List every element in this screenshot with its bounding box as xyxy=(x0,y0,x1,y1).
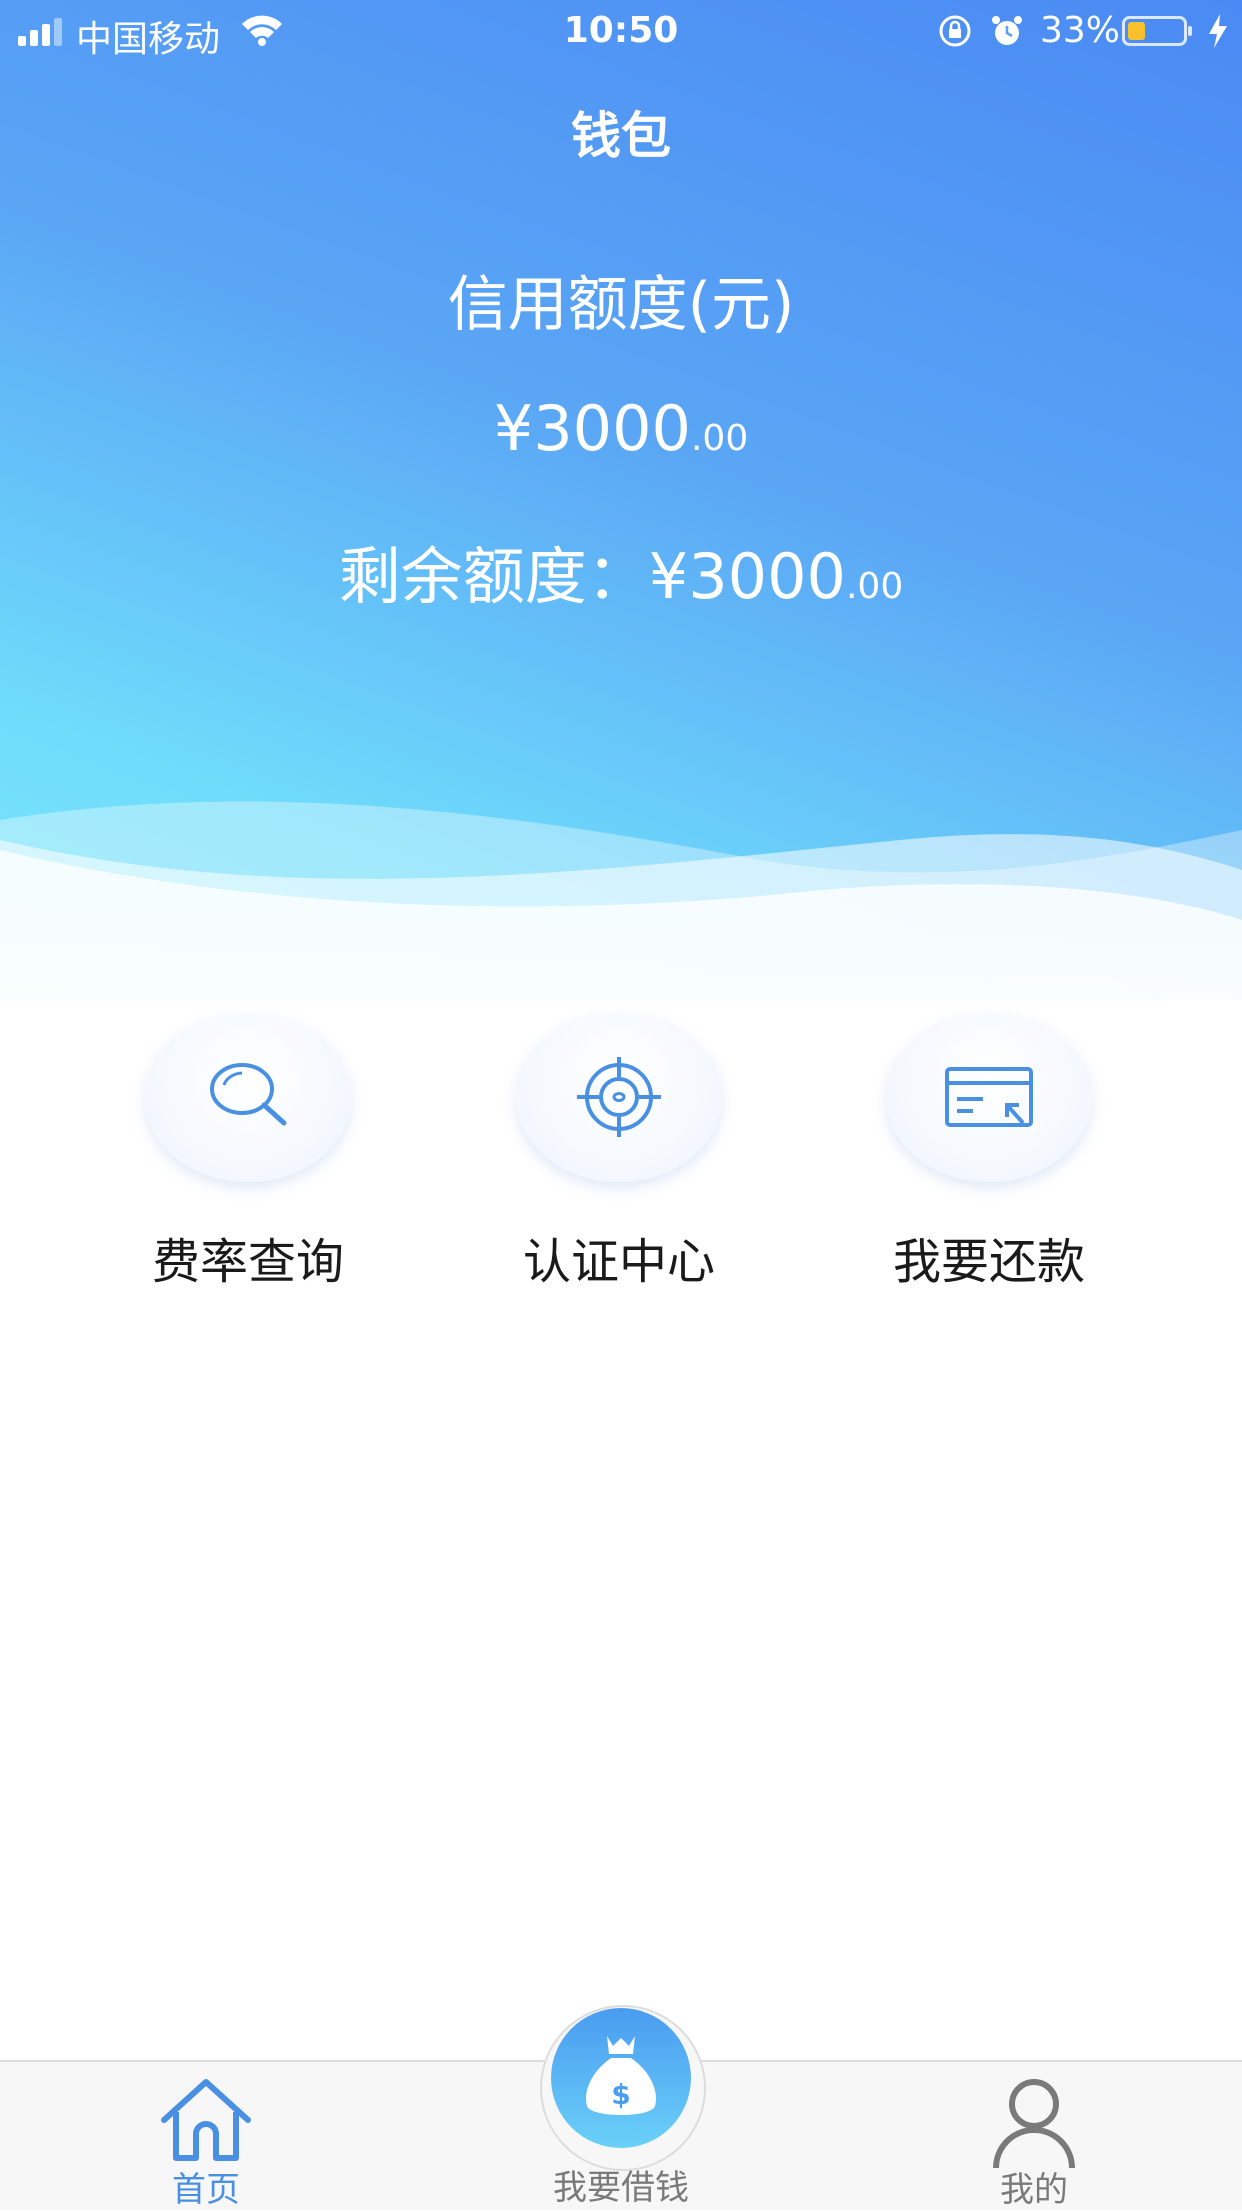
credit-amount-integer: ¥3000 xyxy=(493,392,691,465)
user-icon xyxy=(993,2079,1075,2169)
money-bag-icon: $ xyxy=(586,2036,656,2115)
battery-percent: 33% xyxy=(1040,10,1121,51)
action-label[interactable]: 认证中心 xyxy=(466,1222,772,1292)
search-icon xyxy=(210,1063,287,1126)
target-icon xyxy=(577,1057,661,1137)
action-icon-circle[interactable] xyxy=(145,1012,351,1182)
header-banner: 中国移动 10:50 33% 钱包 信用额度(元) ¥3000.00 剩余额度：… xyxy=(0,0,1242,1000)
wave-decoration xyxy=(0,801,1242,1000)
action-label[interactable]: 费率查询 xyxy=(95,1222,401,1292)
tab-borrow-label[interactable]: 我要借钱 xyxy=(500,2160,742,2209)
alarm-icon xyxy=(992,16,1022,45)
action-icon-circle[interactable] xyxy=(516,1012,722,1182)
action-repayment[interactable]: 我要还款 xyxy=(836,1012,1136,1312)
credit-amount-cents: .00 xyxy=(690,418,749,459)
rotation-lock-icon xyxy=(939,15,971,47)
tab-mine-label[interactable]: 我的 xyxy=(934,2162,1134,2211)
remaining-credit: 剩余额度：¥3000.00 xyxy=(0,526,1242,616)
svg-text:$: $ xyxy=(611,2078,630,2111)
charging-icon xyxy=(1209,14,1227,48)
action-icon-circle[interactable] xyxy=(886,1012,1092,1182)
tab-mine[interactable]: 我的 xyxy=(934,2062,1134,2210)
remaining-credit-text: 剩余额度：¥3000 xyxy=(338,540,846,613)
action-rate-query[interactable]: 费率查询 xyxy=(95,1012,395,1312)
card-icon xyxy=(945,1067,1033,1127)
remaining-credit-cents: .00 xyxy=(845,566,904,607)
tab-borrow-button[interactable]: $ xyxy=(551,2008,691,2148)
credit-limit-amount: ¥3000.00 xyxy=(0,392,1242,465)
battery-icon xyxy=(1122,16,1192,46)
credit-limit-label: 信用额度(元) xyxy=(447,270,795,340)
status-bar: 中国移动 10:50 33% xyxy=(0,0,1242,62)
tab-home-label[interactable]: 首页 xyxy=(106,2162,306,2211)
action-auth-center[interactable]: 认证中心 xyxy=(466,1012,766,1312)
home-icon xyxy=(161,2079,251,2161)
tab-home[interactable]: 首页 xyxy=(106,2062,306,2210)
page-title: 钱包 xyxy=(571,107,671,165)
action-label[interactable]: 我要还款 xyxy=(836,1222,1142,1292)
